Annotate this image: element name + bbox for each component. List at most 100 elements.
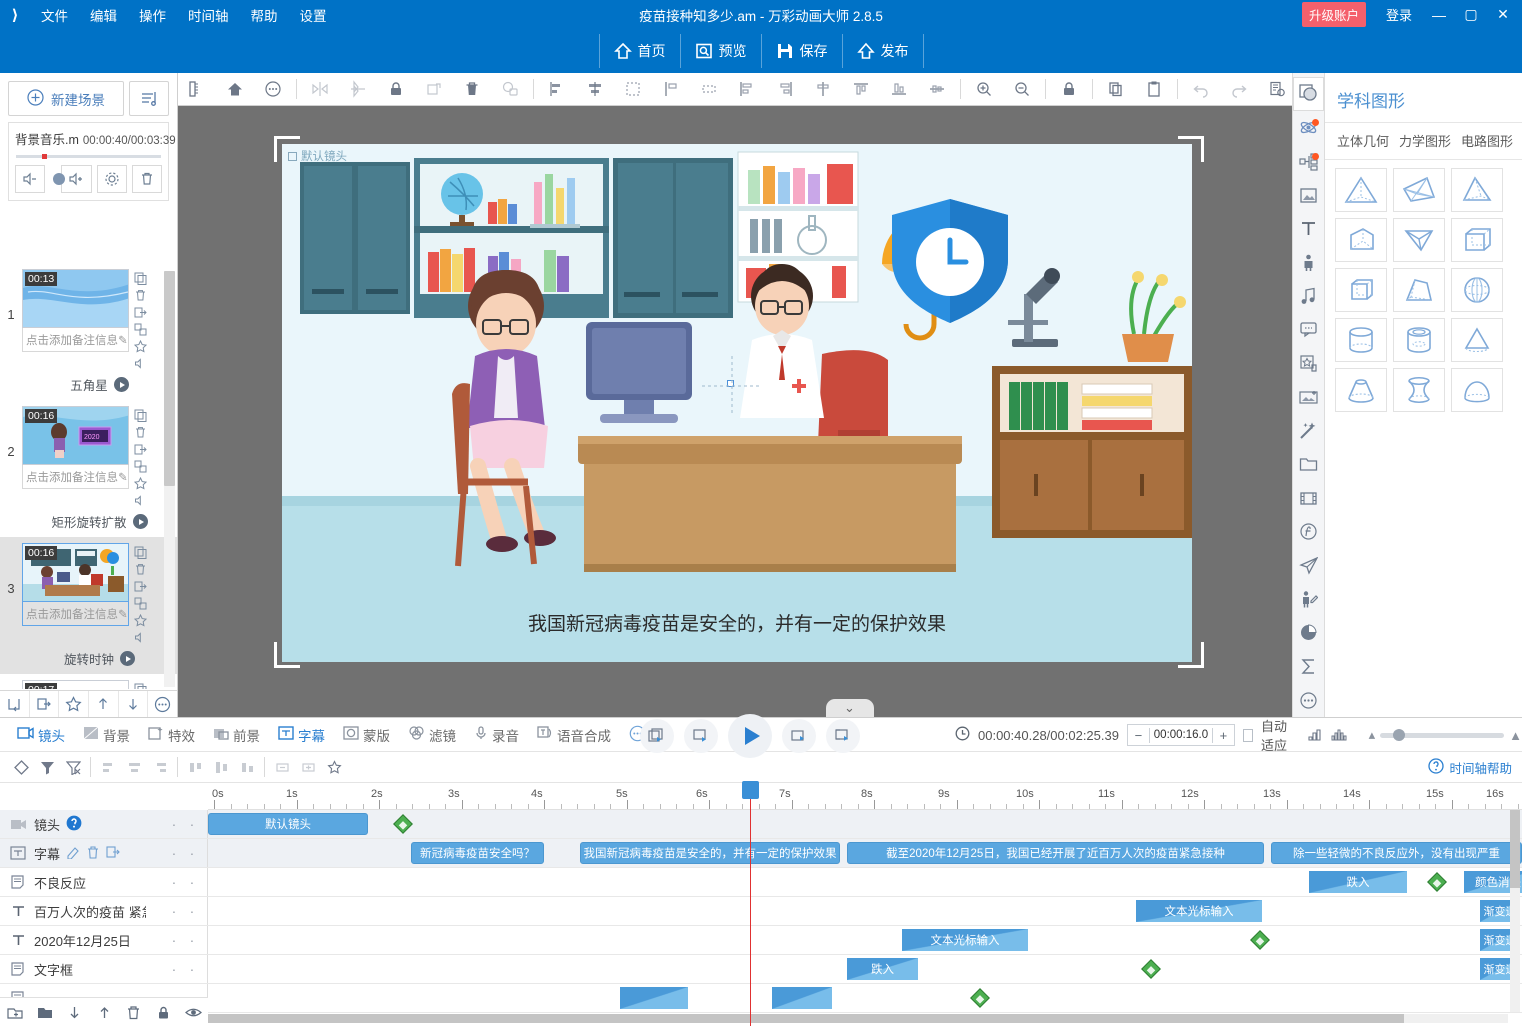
export-scene-icon[interactable] [30, 691, 60, 718]
favorite-icon[interactable] [321, 754, 347, 780]
scene-item[interactable]: 1 00:13 点击添加备注信息 ✎ [0, 263, 177, 372]
mute-icon[interactable] [134, 494, 147, 507]
collapse-icon[interactable] [295, 754, 321, 780]
menu-item-edit[interactable]: 编辑 [79, 1, 128, 29]
align-bottom-icon[interactable] [880, 73, 918, 105]
delete-icon[interactable] [453, 73, 491, 105]
duplicate-icon[interactable] [134, 546, 147, 559]
track-dot-2[interactable]: · [183, 961, 201, 977]
character-icon[interactable] [1293, 246, 1324, 280]
fit-scene-icon[interactable] [1307, 727, 1323, 744]
next-scene-icon[interactable] [826, 719, 860, 753]
distribute-h-icon[interactable] [614, 73, 652, 105]
import-scene-icon[interactable] [0, 691, 30, 718]
paste-icon[interactable] [1135, 73, 1173, 105]
upgrade-account-button[interactable]: 升级账户 [1302, 2, 1366, 27]
animation-clip[interactable]: 跌入 [847, 958, 918, 980]
trash-icon[interactable] [119, 1005, 149, 1020]
fit-icon[interactable] [690, 73, 728, 105]
track-header[interactable]: 镜头 · · [0, 810, 208, 838]
timeline-tracks[interactable]: 镜头 · · 默认镜头 字幕 [0, 810, 1522, 1026]
track-lane[interactable]: 文本光标输入 渐变退 [208, 926, 1522, 954]
next-frame-icon[interactable] [782, 719, 816, 753]
volume-slider[interactable] [50, 177, 56, 181]
zoom-knob[interactable] [1393, 729, 1405, 741]
move-down-icon[interactable] [59, 1005, 89, 1020]
track-lane[interactable]: 默认镜头 [208, 810, 1522, 838]
keyframe-marker[interactable] [393, 814, 413, 834]
filter-icon[interactable] [34, 754, 60, 780]
track-dot-1[interactable]: · [165, 816, 183, 832]
volume-up-icon[interactable] [61, 165, 91, 193]
prev-scene-icon[interactable] [640, 719, 674, 753]
cone-icon[interactable] [1451, 318, 1503, 362]
timeline-clip[interactable]: 默认镜头 [208, 813, 368, 835]
split-icon[interactable] [134, 597, 147, 610]
menu-item-file[interactable]: 文件 [30, 1, 79, 29]
track-header[interactable]: 2020年12月25日 · · [0, 926, 208, 954]
hollow-cylinder-icon[interactable] [1393, 318, 1445, 362]
camera-checkbox[interactable] [288, 152, 297, 161]
duplicate-icon[interactable] [134, 409, 147, 422]
align-center-v-icon[interactable] [918, 73, 956, 105]
export-scene-icon[interactable] [134, 443, 147, 456]
duration-minus-button[interactable]: − [1128, 728, 1150, 743]
track-header[interactable]: 文字框 · · [0, 955, 208, 983]
redo-icon[interactable] [1220, 73, 1258, 105]
delete-icon[interactable] [134, 289, 147, 302]
hyperboloid-icon[interactable] [1393, 368, 1445, 412]
new-scene-button[interactable]: 新建场景 [8, 81, 124, 116]
sigma-icon[interactable] [1293, 650, 1324, 684]
playhead-handle[interactable] [742, 781, 759, 799]
open-prism-icon[interactable] [1393, 218, 1445, 262]
keyframe-marker[interactable] [1141, 959, 1161, 979]
tetrahedron-icon[interactable] [1335, 168, 1387, 212]
sort-scenes-icon[interactable] [129, 81, 169, 116]
clear-filter-icon[interactable] [60, 754, 86, 780]
delete-icon[interactable] [134, 563, 147, 576]
align-center-icon[interactable] [576, 73, 614, 105]
track-dot-2[interactable]: · [183, 874, 201, 890]
duration-plus-button[interactable]: + [1212, 728, 1234, 743]
add-track-icon[interactable] [0, 1005, 30, 1020]
duplicate-icon[interactable] [134, 683, 147, 689]
reset-rotation-icon[interactable] [415, 73, 453, 105]
track-lane[interactable]: 新冠病毒疫苗安全吗？ 我国新冠病毒疫苗是安全的，并有一定的保护效果 截至2020… [208, 839, 1522, 867]
track-dot-2[interactable]: · [183, 903, 201, 919]
favorite-icon[interactable] [134, 477, 147, 490]
tab-circuits[interactable]: 电路图形 [1461, 131, 1513, 150]
scene-thumbnail[interactable]: 00:13 [22, 269, 129, 328]
distribute-v-icon[interactable] [652, 73, 690, 105]
keyframe-marker[interactable] [970, 988, 990, 1008]
cube-icon[interactable] [1451, 218, 1503, 262]
folder-icon[interactable] [30, 1005, 60, 1020]
duration-value[interactable]: 00:00:16.0 [1150, 729, 1212, 741]
playhead[interactable] [750, 784, 751, 1026]
lock-icon[interactable] [149, 1005, 179, 1020]
export-scene-icon[interactable] [134, 580, 147, 593]
autofit-checkbox[interactable] [1243, 729, 1253, 742]
tab-background[interactable]: 背景 [74, 718, 139, 752]
track-row[interactable]: 2020年12月25日 · · 文本光标输入 渐变退 [0, 926, 1522, 955]
move-up-icon[interactable] [89, 1005, 119, 1020]
music-progress[interactable] [16, 155, 161, 158]
tab-mask[interactable]: 蒙版 [334, 718, 399, 752]
timeline-vscrollbar[interactable] [1510, 810, 1520, 1012]
home-icon[interactable] [216, 73, 254, 105]
track-header[interactable]: 不良反应 · · [0, 868, 208, 896]
camera-badge[interactable]: 默认镜头 [288, 148, 347, 164]
hscrollbar-thumb[interactable] [208, 1014, 1404, 1023]
timeline-clip[interactable]: 我国新冠病毒疫苗是安全的，并有一定的保护效果 [580, 842, 840, 864]
track-row[interactable]: 百万人次的疫苗 紧急 · · 文本光标输入 渐变退 [0, 897, 1522, 926]
fit-all-icon[interactable] [1331, 727, 1347, 744]
science-icon[interactable] [1293, 111, 1324, 145]
animation-clip[interactable] [772, 987, 832, 1009]
lock2-icon[interactable] [1050, 73, 1088, 105]
music-icon[interactable] [1293, 279, 1324, 313]
close-button[interactable]: ✕ [1488, 0, 1518, 29]
volume-down-icon[interactable] [15, 165, 45, 193]
login-button[interactable]: 登录 [1376, 5, 1422, 24]
transition-play-icon[interactable] [133, 514, 148, 529]
scene-transition[interactable]: 矩形旋转扩散 [0, 509, 177, 537]
animation-clip[interactable]: 跌入 [1309, 871, 1407, 893]
